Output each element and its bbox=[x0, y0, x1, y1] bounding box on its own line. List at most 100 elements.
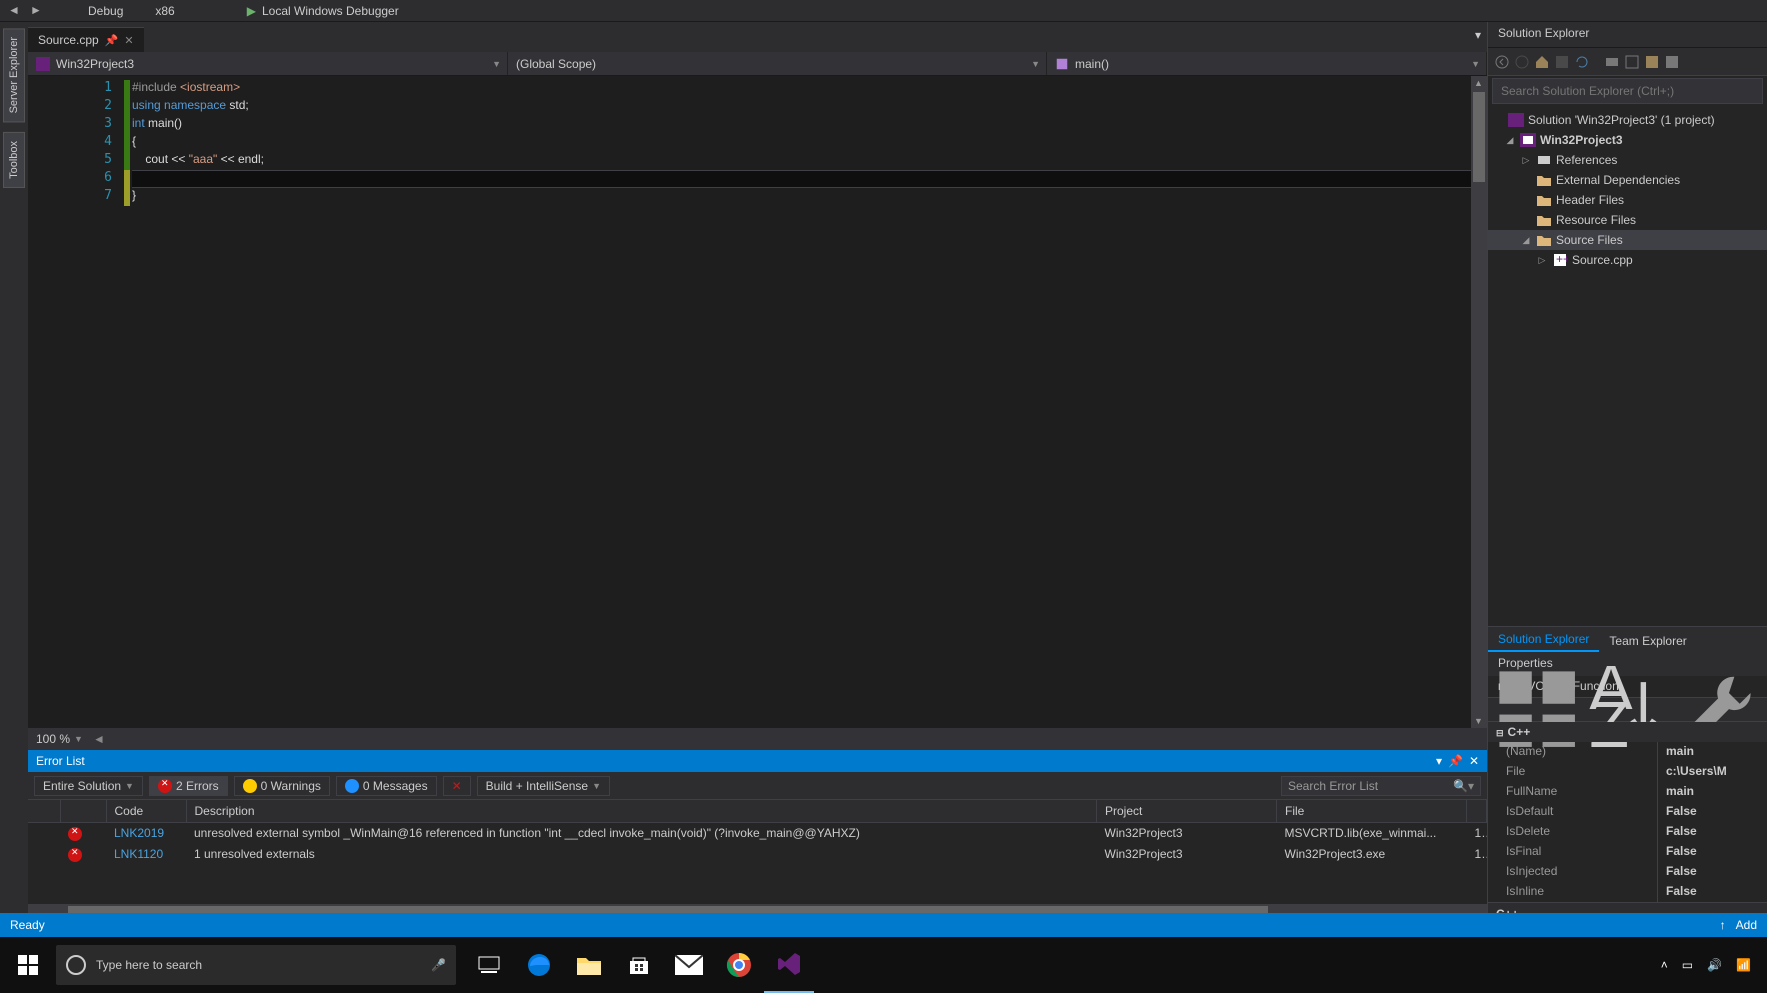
code-line[interactable]: #include <iostream> bbox=[132, 80, 1471, 98]
warnings-filter-chip[interactable]: 0 Warnings bbox=[234, 776, 330, 796]
scrollbar-thumb[interactable] bbox=[1473, 92, 1485, 182]
error-row[interactable]: LNK2019unresolved external symbol _WinMa… bbox=[28, 823, 1487, 844]
scroll-down-icon[interactable]: ▼ bbox=[1474, 716, 1483, 726]
col-code[interactable]: Code bbox=[106, 800, 186, 823]
property-row[interactable]: (Name)main bbox=[1488, 742, 1767, 762]
header-files-node[interactable]: Header Files bbox=[1488, 190, 1767, 210]
solution-search-input[interactable] bbox=[1493, 79, 1762, 103]
resource-files-node[interactable]: Resource Files bbox=[1488, 210, 1767, 230]
window-dropdown-icon[interactable]: ▾ bbox=[1436, 754, 1442, 768]
chevron-down-icon[interactable]: ◢ bbox=[1520, 235, 1532, 246]
zoom-combo[interactable]: 100 % bbox=[36, 732, 70, 746]
close-icon[interactable]: ✕ bbox=[1469, 754, 1479, 768]
play-icon[interactable]: ▶ bbox=[247, 4, 256, 18]
chevron-right-icon[interactable]: ▷ bbox=[1520, 155, 1532, 166]
scope-combo[interactable]: (Global Scope) ▼ bbox=[508, 52, 1047, 75]
solution-search[interactable] bbox=[1492, 78, 1763, 104]
properties-category[interactable]: ⊟C++ bbox=[1488, 722, 1767, 742]
clear-filter-button[interactable]: ✕ bbox=[443, 776, 471, 796]
hscroll-left-icon[interactable]: ◄ bbox=[93, 732, 105, 746]
file-tab-source-cpp[interactable]: Source.cpp 📌 ✕ bbox=[28, 27, 144, 52]
chevron-down-icon[interactable]: ▼ bbox=[74, 734, 83, 744]
file-explorer-icon[interactable] bbox=[564, 937, 614, 993]
status-ready: Ready bbox=[10, 918, 45, 932]
sync-icon[interactable] bbox=[1554, 54, 1570, 70]
visual-studio-icon[interactable] bbox=[764, 937, 814, 993]
function-combo[interactable]: main() ▼ bbox=[1047, 52, 1487, 75]
refresh-icon[interactable] bbox=[1574, 54, 1590, 70]
add-source-control[interactable]: Add bbox=[1736, 918, 1757, 932]
zoom-bar: 100 % ▼ ◄ bbox=[28, 728, 1487, 750]
close-icon[interactable]: ✕ bbox=[124, 34, 133, 47]
tab-overflow-icon[interactable]: ▾ bbox=[1475, 28, 1481, 42]
errors-filter-chip[interactable]: 2 Errors bbox=[149, 776, 228, 796]
store-icon[interactable] bbox=[614, 937, 664, 993]
build-mode-combo[interactable]: Build + IntelliSense ▼ bbox=[477, 776, 610, 796]
wifi-icon[interactable]: 📶 bbox=[1736, 958, 1751, 972]
error-list-header[interactable]: Error List ▾ 📌 ✕ bbox=[28, 750, 1487, 772]
collapse-icon[interactable] bbox=[1604, 54, 1620, 70]
project-combo[interactable]: Win32Project3 ▼ bbox=[28, 52, 508, 75]
preview-icon[interactable] bbox=[1664, 54, 1680, 70]
code-line[interactable]: } bbox=[132, 188, 1471, 206]
properties-icon[interactable] bbox=[1644, 54, 1660, 70]
solution-node[interactable]: Solution 'Win32Project3' (1 project) bbox=[1488, 110, 1767, 130]
scope-combo[interactable]: Entire Solution ▼ bbox=[34, 776, 143, 796]
references-node[interactable]: ▷ References bbox=[1488, 150, 1767, 170]
source-files-node[interactable]: ◢ Source Files bbox=[1488, 230, 1767, 250]
code-line[interactable]: using namespace std; bbox=[132, 98, 1471, 116]
property-row[interactable]: FullNamemain bbox=[1488, 782, 1767, 802]
chrome-icon[interactable] bbox=[714, 937, 764, 993]
start-button[interactable] bbox=[0, 937, 56, 993]
col-file[interactable]: File bbox=[1277, 800, 1467, 823]
tab-team-explorer[interactable]: Team Explorer bbox=[1599, 630, 1696, 652]
nav-fwd-icon[interactable]: ► bbox=[30, 3, 46, 19]
property-row[interactable]: IsInlineFalse bbox=[1488, 882, 1767, 902]
toolbox-tab[interactable]: Toolbox bbox=[3, 132, 25, 188]
tray-overflow-icon[interactable]: ˄ bbox=[1661, 958, 1668, 972]
property-row[interactable]: IsDefaultFalse bbox=[1488, 802, 1767, 822]
task-view-icon[interactable] bbox=[464, 937, 514, 993]
pin-icon[interactable]: 📌 bbox=[1448, 754, 1463, 768]
show-all-icon[interactable] bbox=[1624, 54, 1640, 70]
edge-icon[interactable] bbox=[514, 937, 564, 993]
property-row[interactable]: IsInjectedFalse bbox=[1488, 862, 1767, 882]
publish-icon[interactable]: ↑ bbox=[1720, 918, 1726, 932]
chevron-right-icon[interactable]: ▷ bbox=[1536, 255, 1548, 266]
home-icon[interactable] bbox=[1534, 54, 1550, 70]
code-line[interactable]: cout << "aaa" << endl; bbox=[132, 152, 1471, 170]
property-row[interactable]: IsDeleteFalse bbox=[1488, 822, 1767, 842]
source-cpp-node[interactable]: ▷ ++ Source.cpp bbox=[1488, 250, 1767, 270]
code-editor[interactable]: 1234567 #include <iostream>using namespa… bbox=[28, 76, 1487, 728]
property-row[interactable]: Filec:\Users\M bbox=[1488, 762, 1767, 782]
scroll-up-icon[interactable]: ▲ bbox=[1474, 78, 1483, 88]
external-deps-node[interactable]: External Dependencies bbox=[1488, 170, 1767, 190]
chevron-down-icon[interactable]: ◢ bbox=[1504, 135, 1516, 146]
code-surface[interactable]: #include <iostream>using namespace std;i… bbox=[132, 76, 1471, 728]
server-explorer-tab[interactable]: Server Explorer bbox=[3, 28, 25, 122]
tab-solution-explorer[interactable]: Solution Explorer bbox=[1488, 628, 1599, 652]
taskbar-search[interactable]: Type here to search 🎤 bbox=[56, 945, 456, 985]
code-line[interactable]: { bbox=[132, 134, 1471, 152]
col-project[interactable]: Project bbox=[1097, 800, 1277, 823]
vertical-scrollbar[interactable]: ▲ ▼ bbox=[1471, 76, 1487, 728]
property-row[interactable]: IsFinalFalse bbox=[1488, 842, 1767, 862]
project-node[interactable]: ◢ Win32Project3 bbox=[1488, 130, 1767, 150]
mic-icon[interactable]: 🎤 bbox=[431, 958, 446, 972]
back-icon[interactable] bbox=[1494, 54, 1510, 70]
nav-back-icon[interactable]: ◄ bbox=[8, 3, 24, 19]
error-search-input[interactable]: Search Error List 🔍▾ bbox=[1281, 776, 1481, 796]
folder-icon bbox=[1536, 193, 1552, 207]
error-row[interactable]: LNK11201 unresolved externalsWin32Projec… bbox=[28, 844, 1487, 865]
mail-icon[interactable] bbox=[664, 937, 714, 993]
fwd-icon[interactable] bbox=[1514, 54, 1530, 70]
col-desc[interactable]: Description bbox=[186, 800, 1097, 823]
debugger-button[interactable]: Local Windows Debugger bbox=[262, 4, 399, 18]
volume-icon[interactable]: 🔊 bbox=[1707, 958, 1722, 972]
platform-combo[interactable]: x86 bbox=[155, 4, 174, 18]
battery-icon[interactable]: ▭ bbox=[1682, 958, 1693, 972]
code-line[interactable]: int main() bbox=[132, 116, 1471, 134]
messages-filter-chip[interactable]: 0 Messages bbox=[336, 776, 437, 796]
debug-config-combo[interactable]: Debug bbox=[88, 4, 123, 18]
pin-icon[interactable]: 📌 bbox=[105, 34, 119, 47]
